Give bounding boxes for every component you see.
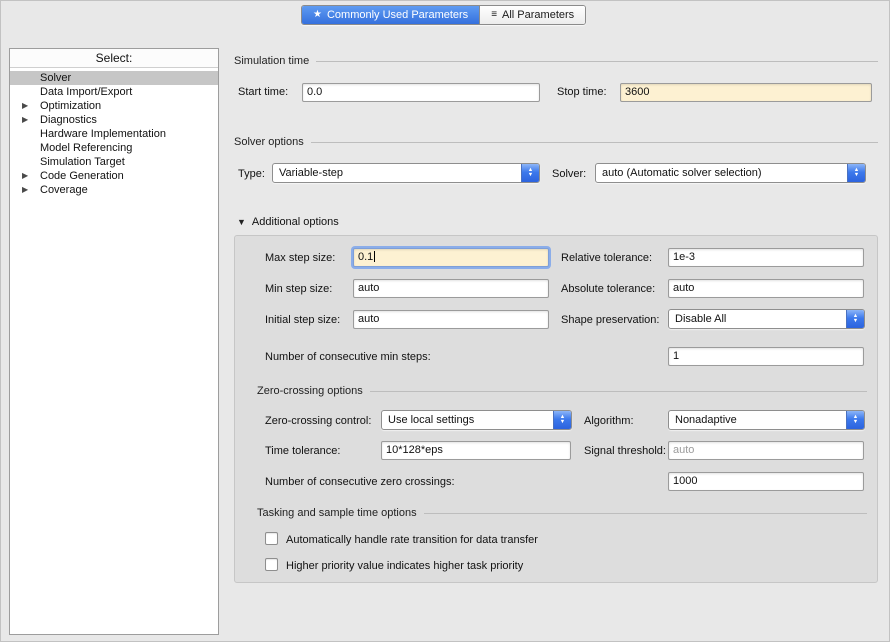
section-rule bbox=[311, 142, 878, 143]
sidebar-item-data-import-export[interactable]: Data Import/Export bbox=[10, 85, 218, 99]
sidebar-item-label: Solver bbox=[40, 72, 71, 84]
text-cursor bbox=[374, 251, 375, 262]
sidebar-item-simulation-target[interactable]: Simulation Target bbox=[10, 155, 218, 169]
tasking-section-header: Tasking and sample time options bbox=[257, 507, 867, 519]
algorithm-dropdown[interactable]: Nonadaptive ▲▼ bbox=[668, 410, 865, 430]
solver-dropdown[interactable]: auto (Automatic solver selection) ▲▼ bbox=[595, 163, 866, 183]
section-title: Solver options bbox=[234, 136, 304, 148]
shape-preservation-dropdown[interactable]: Disable All ▲▼ bbox=[668, 309, 865, 329]
time-tolerance-label: Time tolerance: bbox=[265, 445, 340, 457]
shape-preservation-label: Shape preservation: bbox=[561, 314, 659, 326]
sidebar-item-coverage[interactable]: ▶ Coverage bbox=[10, 183, 218, 197]
consecutive-zero-crossings-input[interactable]: 1000 bbox=[668, 472, 864, 491]
sidebar-item-label: Code Generation bbox=[40, 170, 124, 182]
consecutive-zero-crossings-label: Number of consecutive zero crossings: bbox=[265, 476, 455, 488]
consecutive-min-steps-label: Number of consecutive min steps: bbox=[265, 351, 431, 363]
disclosure-triangle-icon: ▼ bbox=[237, 217, 246, 227]
relative-tolerance-input[interactable]: 1e-3 bbox=[668, 248, 864, 267]
category-tree: Solver Data Import/Export ▶ Optimization… bbox=[10, 68, 218, 197]
dropdown-arrows-icon: ▲▼ bbox=[846, 310, 864, 328]
dropdown-arrows-icon: ▲▼ bbox=[553, 411, 571, 429]
tab-commonly-used-label: Commonly Used Parameters bbox=[327, 9, 468, 21]
signal-threshold-label: Signal threshold: bbox=[584, 445, 666, 457]
sidebar-item-label: Coverage bbox=[40, 184, 88, 196]
absolute-tolerance-label: Absolute tolerance: bbox=[561, 283, 655, 295]
consecutive-min-steps-input[interactable]: 1 bbox=[668, 347, 864, 366]
min-step-size-input[interactable]: auto bbox=[353, 279, 549, 298]
sidebar-item-model-referencing[interactable]: Model Referencing bbox=[10, 141, 218, 155]
time-tolerance-input[interactable]: 10*128*eps bbox=[381, 441, 571, 460]
zero-crossing-control-dropdown[interactable]: Use local settings ▲▼ bbox=[381, 410, 572, 430]
configuration-parameters-dialog: ★ Commonly Used Parameters ≡ All Paramet… bbox=[0, 0, 890, 642]
max-step-size-input[interactable]: 0.1 bbox=[353, 248, 549, 267]
sidebar-item-label: Hardware Implementation bbox=[40, 128, 166, 140]
sidebar-item-label: Optimization bbox=[40, 100, 101, 112]
sidebar-item-hardware-implementation[interactable]: Hardware Implementation bbox=[10, 127, 218, 141]
sidebar-item-label: Data Import/Export bbox=[40, 86, 132, 98]
sidebar-item-label: Simulation Target bbox=[40, 156, 125, 168]
algorithm-value: Nonadaptive bbox=[669, 414, 846, 426]
start-time-input[interactable]: 0.0 bbox=[302, 83, 540, 102]
select-pane: Select: Solver Data Import/Export ▶ Opti… bbox=[9, 48, 219, 635]
dropdown-arrows-icon: ▲▼ bbox=[847, 164, 865, 182]
sidebar-item-label: Model Referencing bbox=[40, 142, 132, 154]
section-title: Simulation time bbox=[234, 55, 309, 67]
section-rule bbox=[424, 513, 867, 514]
higher-priority-checkbox[interactable] bbox=[265, 558, 278, 571]
sidebar-item-label: Diagnostics bbox=[40, 114, 97, 126]
zero-crossing-control-label: Zero-crossing control: bbox=[265, 415, 371, 427]
solver-label: Solver: bbox=[552, 168, 586, 180]
expand-arrow-icon[interactable]: ▶ bbox=[22, 169, 28, 183]
solver-dropdown-value: auto (Automatic solver selection) bbox=[596, 167, 847, 179]
sidebar-item-diagnostics[interactable]: ▶ Diagnostics bbox=[10, 113, 218, 127]
zero-crossing-control-value: Use local settings bbox=[382, 414, 553, 426]
shape-preservation-value: Disable All bbox=[669, 313, 846, 325]
algorithm-label: Algorithm: bbox=[584, 415, 634, 427]
higher-priority-checkbox-label: Higher priority value indicates higher t… bbox=[286, 560, 523, 572]
stop-time-label: Stop time: bbox=[557, 86, 607, 98]
max-step-size-value: 0.1 bbox=[358, 251, 373, 263]
simulation-time-section-header: Simulation time bbox=[234, 55, 878, 67]
section-title: Zero-crossing options bbox=[257, 385, 363, 397]
additional-options-disclosure[interactable]: ▼ Additional options bbox=[237, 216, 339, 228]
dropdown-arrows-icon: ▲▼ bbox=[846, 411, 864, 429]
tab-all-parameters-label: All Parameters bbox=[502, 9, 574, 21]
start-time-label: Start time: bbox=[238, 86, 288, 98]
min-step-size-label: Min step size: bbox=[265, 283, 332, 295]
stop-time-input[interactable]: 3600 bbox=[620, 83, 872, 102]
expand-arrow-icon[interactable]: ▶ bbox=[22, 183, 28, 197]
select-pane-header: Select: bbox=[10, 49, 218, 68]
relative-tolerance-label: Relative tolerance: bbox=[561, 252, 652, 264]
type-label: Type: bbox=[238, 168, 265, 180]
signal-threshold-input[interactable]: auto bbox=[668, 441, 864, 460]
initial-step-size-input[interactable]: auto bbox=[353, 310, 549, 329]
solver-options-section-header: Solver options bbox=[234, 136, 878, 148]
tab-all-parameters[interactable]: ≡ All Parameters bbox=[479, 6, 585, 24]
section-title: Tasking and sample time options bbox=[257, 507, 417, 519]
sidebar-item-code-generation[interactable]: ▶ Code Generation bbox=[10, 169, 218, 183]
sidebar-item-solver[interactable]: Solver bbox=[10, 71, 218, 85]
max-step-size-label: Max step size: bbox=[265, 252, 335, 264]
parameters-tabbar: ★ Commonly Used Parameters ≡ All Paramet… bbox=[301, 5, 586, 25]
sidebar-item-optimization[interactable]: ▶ Optimization bbox=[10, 99, 218, 113]
additional-options-title: Additional options bbox=[252, 216, 339, 228]
tab-commonly-used-parameters[interactable]: ★ Commonly Used Parameters bbox=[302, 6, 479, 24]
zero-crossing-section-header: Zero-crossing options bbox=[257, 385, 867, 397]
initial-step-size-label: Initial step size: bbox=[265, 314, 340, 326]
absolute-tolerance-input[interactable]: auto bbox=[668, 279, 864, 298]
list-icon: ≡ bbox=[491, 10, 497, 20]
rate-transition-checkbox-label: Automatically handle rate transition for… bbox=[286, 534, 538, 546]
expand-arrow-icon[interactable]: ▶ bbox=[22, 113, 28, 127]
rate-transition-checkbox[interactable] bbox=[265, 532, 278, 545]
star-icon: ★ bbox=[313, 10, 322, 20]
dropdown-arrows-icon: ▲▼ bbox=[521, 164, 539, 182]
section-rule bbox=[370, 391, 867, 392]
expand-arrow-icon[interactable]: ▶ bbox=[22, 99, 28, 113]
type-dropdown-value: Variable-step bbox=[273, 167, 521, 179]
type-dropdown[interactable]: Variable-step ▲▼ bbox=[272, 163, 540, 183]
section-rule bbox=[316, 61, 878, 62]
